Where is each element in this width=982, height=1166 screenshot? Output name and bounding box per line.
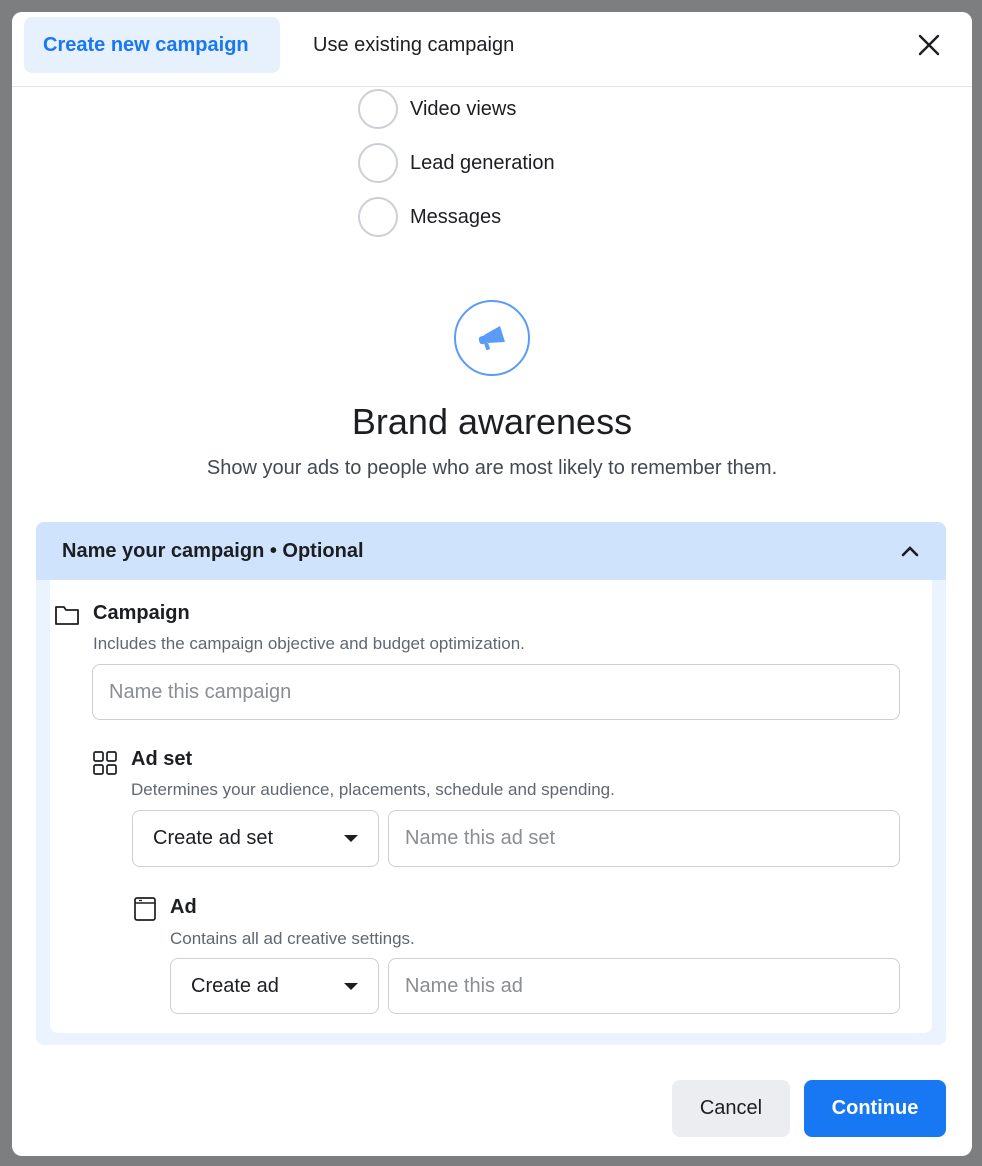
name-campaign-header[interactable]: Name your campaign • Optional <box>36 522 946 580</box>
ad-icon <box>134 897 156 921</box>
objective-lead-generation[interactable]: Lead generation <box>358 143 555 183</box>
continue-button[interactable]: Continue <box>804 1080 946 1137</box>
radio-button[interactable] <box>358 143 398 183</box>
radio-button[interactable] <box>358 89 398 129</box>
objective-title: Brand awareness <box>351 401 633 442</box>
ad-title: Ad <box>170 896 197 918</box>
objective-description: Show your ads to people who are most lik… <box>206 457 778 479</box>
folder-icon <box>55 606 79 625</box>
close-icon[interactable] <box>914 30 944 60</box>
ad-description: Contains all ad creative settings. <box>170 929 415 948</box>
caret-down-icon <box>344 835 358 842</box>
objective-video-views[interactable]: Video views <box>358 89 516 129</box>
section-title: Name your campaign • Optional <box>62 539 364 562</box>
ad-name-input[interactable] <box>388 958 900 1014</box>
objective-icon <box>454 300 530 376</box>
create-campaign-dialog: Create new campaign Use existing campaig… <box>12 12 972 1156</box>
adset-name-input[interactable] <box>388 810 900 867</box>
cancel-button[interactable]: Cancel <box>672 1080 790 1137</box>
objective-label: Video views <box>410 97 517 120</box>
campaign-title: Campaign <box>93 602 190 624</box>
megaphone-icon <box>478 326 505 351</box>
objective-label: Messages <box>410 205 502 228</box>
ad-select-value: Create ad <box>191 974 279 997</box>
campaign-description: Includes the campaign objective and budg… <box>93 634 525 653</box>
tab-create-new-campaign[interactable]: Create new campaign <box>24 17 280 73</box>
ad-select[interactable]: Create ad <box>170 958 379 1014</box>
objective-label: Lead generation <box>410 151 555 174</box>
caret-down-icon <box>344 982 358 990</box>
adset-select[interactable]: Create ad set <box>132 810 379 867</box>
grid-icon <box>93 751 117 775</box>
radio-button[interactable] <box>358 197 398 237</box>
naming-card: Campaign Includes the campaign objective… <box>50 580 932 1033</box>
chevron-up-icon[interactable] <box>900 544 920 558</box>
campaign-name-input[interactable] <box>92 664 900 720</box>
tab-use-existing-campaign[interactable]: Use existing campaign <box>294 17 533 73</box>
name-campaign-section: Name your campaign • Optional Campaign I… <box>36 522 946 1045</box>
dialog-header: Create new campaign Use existing campaig… <box>12 12 972 87</box>
adset-title: Ad set <box>131 748 193 770</box>
adset-description: Determines your audience, placements, sc… <box>131 780 615 799</box>
objective-messages[interactable]: Messages <box>358 197 501 237</box>
adset-select-value: Create ad set <box>153 827 274 849</box>
